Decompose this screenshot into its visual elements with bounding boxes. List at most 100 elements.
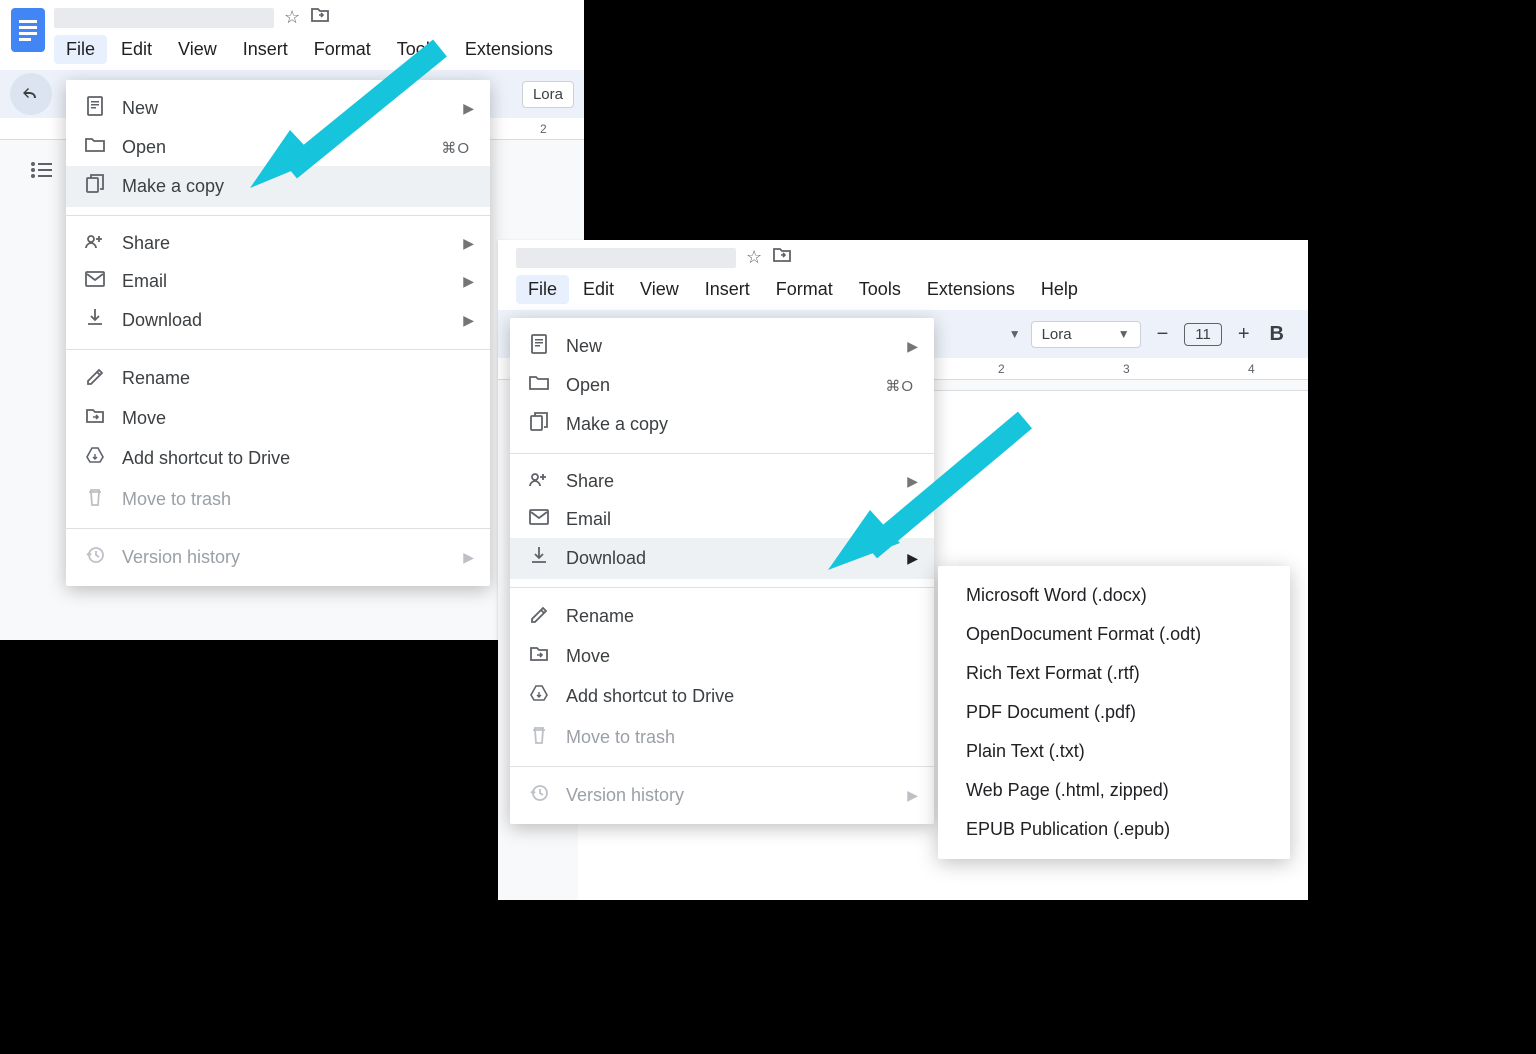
file-menu-2: New ▶ Open ⌘O Make a copy Share ▶ Email … xyxy=(510,318,934,824)
download-html[interactable]: Web Page (.html, zipped) xyxy=(938,771,1290,810)
open-shortcut: ⌘O xyxy=(441,139,470,157)
dropdown-icon: ▼ xyxy=(1118,327,1130,341)
doc-title-placeholder[interactable] xyxy=(54,8,274,28)
file-menu-1: New ▶ Open ⌘O Make a copy Share ▶ Email … xyxy=(66,80,490,586)
download-icon xyxy=(84,308,106,333)
ruler-tick: 2 xyxy=(540,122,547,136)
font-family-select-2[interactable]: Lora ▼ xyxy=(1031,321,1141,348)
menu-rename-2[interactable]: Rename xyxy=(510,596,934,637)
menu-format[interactable]: Format xyxy=(302,35,383,64)
menu-email[interactable]: Email ▶ xyxy=(66,263,490,300)
chevron-right-icon: ▶ xyxy=(907,338,918,355)
menu-rename[interactable]: Rename xyxy=(66,358,490,399)
move-folder-icon[interactable] xyxy=(772,246,792,269)
chevron-right-icon: ▶ xyxy=(463,273,474,290)
menu-version[interactable]: Version history ▶ xyxy=(66,537,490,578)
menu-edit-2[interactable]: Edit xyxy=(571,275,626,304)
download-submenu: Microsoft Word (.docx) OpenDocument Form… xyxy=(938,566,1290,859)
trash-icon xyxy=(528,725,550,750)
menu-share[interactable]: Share ▶ xyxy=(66,224,490,263)
menu-help-2[interactable]: Help xyxy=(1029,275,1090,304)
doc-title-placeholder-2[interactable] xyxy=(516,248,736,268)
menu-view[interactable]: View xyxy=(166,35,229,64)
chevron-right-icon: ▶ xyxy=(463,235,474,252)
download-odt[interactable]: OpenDocument Format (.odt) xyxy=(938,615,1290,654)
menu-insert[interactable]: Insert xyxy=(231,35,300,64)
menu-share-2[interactable]: Share ▶ xyxy=(510,462,934,501)
font-name-2: Lora xyxy=(1042,326,1072,343)
folder-icon xyxy=(528,375,550,396)
menubar-2: File Edit View Insert Format Tools Exten… xyxy=(516,269,1300,304)
ruler-tick-3: 3 xyxy=(1123,362,1130,376)
doc-title-row: ☆ xyxy=(54,6,576,29)
menu-version-2[interactable]: Version history ▶ xyxy=(510,775,934,816)
separator xyxy=(510,766,934,767)
download-txt[interactable]: Plain Text (.txt) xyxy=(938,732,1290,771)
chevron-right-icon: ▶ xyxy=(907,473,918,490)
menu-download[interactable]: Download ▶ xyxy=(66,300,490,341)
open-shortcut-2: ⌘O xyxy=(885,377,914,395)
outline-icon[interactable] xyxy=(30,160,54,186)
menu-format-2[interactable]: Format xyxy=(764,275,845,304)
copy-icon xyxy=(528,412,550,437)
download-rtf[interactable]: Rich Text Format (.rtf) xyxy=(938,654,1290,693)
menu-insert-2[interactable]: Insert xyxy=(693,275,762,304)
download-docx[interactable]: Microsoft Word (.docx) xyxy=(938,576,1290,615)
ruler-tick-2: 2 xyxy=(998,362,1005,376)
star-icon[interactable]: ☆ xyxy=(746,247,762,268)
menu-move-2[interactable]: Move xyxy=(510,637,934,676)
menu-email-2[interactable]: Email ▶ xyxy=(510,501,934,538)
move-icon xyxy=(84,407,106,430)
decrease-font-button[interactable]: − xyxy=(1151,323,1175,346)
undo-button[interactable] xyxy=(10,73,52,115)
menu-tools[interactable]: Tools xyxy=(385,35,451,64)
star-icon[interactable]: ☆ xyxy=(284,7,300,28)
share-icon xyxy=(84,232,106,255)
menu-file[interactable]: File xyxy=(54,35,107,64)
dropdown-icon[interactable]: ▼ xyxy=(1009,327,1021,341)
increase-font-button[interactable]: + xyxy=(1232,323,1256,346)
menu-add-shortcut-2[interactable]: Add shortcut to Drive xyxy=(510,676,934,717)
menu-edit[interactable]: Edit xyxy=(109,35,164,64)
bold-button[interactable]: B xyxy=(1266,323,1288,346)
copy-icon xyxy=(84,174,106,199)
history-icon xyxy=(84,545,106,570)
share-icon xyxy=(528,470,550,493)
separator xyxy=(66,528,490,529)
menu-new[interactable]: New ▶ xyxy=(66,88,490,129)
menu-add-shortcut[interactable]: Add shortcut to Drive xyxy=(66,438,490,479)
menu-new-2[interactable]: New ▶ xyxy=(510,326,934,367)
menu-extensions[interactable]: Extensions xyxy=(453,35,565,64)
menu-file-2[interactable]: File xyxy=(516,275,569,304)
titlebar-2: ☆ File Edit View Insert Format Tools Ext… xyxy=(498,240,1308,304)
font-size-input[interactable]: 11 xyxy=(1184,323,1222,346)
docs-logo-icon[interactable] xyxy=(8,6,48,54)
font-family-select[interactable]: Lora xyxy=(522,81,574,108)
menu-tools-2[interactable]: Tools xyxy=(847,275,913,304)
menu-version-label-2: Version history xyxy=(566,785,684,806)
menu-extensions-2[interactable]: Extensions xyxy=(915,275,1027,304)
menu-move[interactable]: Move xyxy=(66,399,490,438)
menu-make-copy-2[interactable]: Make a copy xyxy=(510,404,934,445)
menu-trash: Move to trash xyxy=(66,479,490,520)
menu-share-label-2: Share xyxy=(566,471,614,492)
chevron-right-icon: ▶ xyxy=(907,787,918,804)
doc-title-row-2: ☆ xyxy=(516,246,1300,269)
menu-trash-2: Move to trash xyxy=(510,717,934,758)
separator xyxy=(510,587,934,588)
download-icon xyxy=(528,546,550,571)
download-pdf[interactable]: PDF Document (.pdf) xyxy=(938,693,1290,732)
menu-download-2[interactable]: Download ▶ xyxy=(510,538,934,579)
menu-make-copy[interactable]: Make a copy xyxy=(66,166,490,207)
move-folder-icon[interactable] xyxy=(310,6,330,29)
menu-email-label-2: Email xyxy=(566,509,611,530)
download-epub[interactable]: EPUB Publication (.epub) xyxy=(938,810,1290,849)
menu-open[interactable]: Open ⌘O xyxy=(66,129,490,166)
menu-view-2[interactable]: View xyxy=(628,275,691,304)
menu-open-2[interactable]: Open ⌘O xyxy=(510,367,934,404)
email-icon xyxy=(528,509,550,530)
menubar: File Edit View Insert Format Tools Exten… xyxy=(54,29,576,64)
chevron-right-icon: ▶ xyxy=(907,511,918,528)
menu-make-copy-label: Make a copy xyxy=(122,176,224,197)
move-icon xyxy=(528,645,550,668)
